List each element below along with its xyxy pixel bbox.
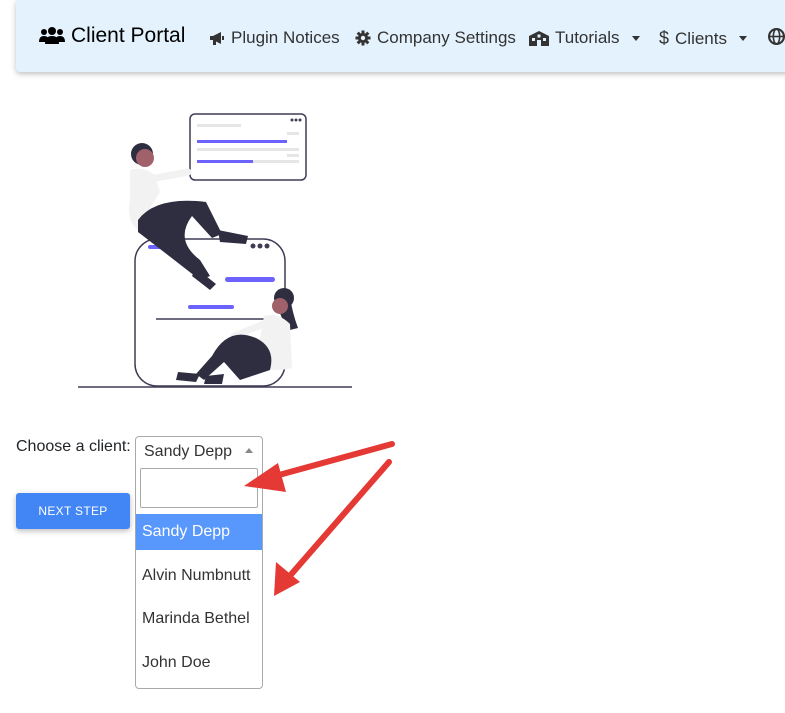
client-select[interactable]: Sandy Depp	[135, 436, 263, 465]
top-navbar: Client Portal Plugin Notices Company Set…	[16, 0, 785, 72]
building-icon	[529, 30, 549, 46]
users-icon	[39, 26, 65, 46]
red-arrow-icon	[244, 441, 395, 492]
nav-company-settings[interactable]: Company Settings	[355, 28, 516, 48]
client-option-marinda-bethel[interactable]: Marinda Bethel	[136, 601, 262, 637]
brand-text: Client Portal	[71, 24, 186, 47]
client-dropdown: Sandy Depp Alvin Numbnutt Marinda Bethel…	[135, 464, 263, 689]
nav-clients[interactable]: $ Clients	[659, 28, 747, 49]
client-select-value: Sandy Depp	[144, 443, 233, 460]
next-step-button[interactable]: NEXT STEP	[16, 493, 130, 529]
brand-link[interactable]: Client Portal	[39, 24, 185, 48]
nav-globe[interactable]	[768, 28, 785, 45]
chevron-down-icon	[631, 35, 640, 41]
nav-company-settings-label: Company Settings	[377, 28, 516, 47]
red-arrow-icon	[274, 459, 392, 596]
gear-icon	[355, 30, 371, 46]
globe-icon	[768, 28, 785, 45]
client-option-john-doe[interactable]: John Doe	[136, 645, 262, 681]
people-illustration	[78, 113, 352, 388]
client-select-label: Choose a client:	[16, 438, 131, 455]
nav-tutorials-label: Tutorials	[555, 28, 620, 47]
caret-up-icon	[245, 448, 253, 453]
client-search-input[interactable]	[140, 468, 258, 508]
client-option-sandy-depp[interactable]: Sandy Depp	[136, 514, 262, 550]
dollar-icon: $	[659, 28, 670, 48]
nav-clients-label: Clients	[675, 28, 727, 48]
chevron-down-icon	[738, 36, 747, 41]
client-option-alvin-numbnutt[interactable]: Alvin Numbnutt	[136, 558, 262, 594]
bullhorn-icon	[209, 30, 225, 46]
nav-tutorials[interactable]: Tutorials	[529, 28, 640, 48]
nav-plugin-notices-label: Plugin Notices	[231, 28, 340, 47]
nav-plugin-notices[interactable]: Plugin Notices	[209, 28, 340, 48]
